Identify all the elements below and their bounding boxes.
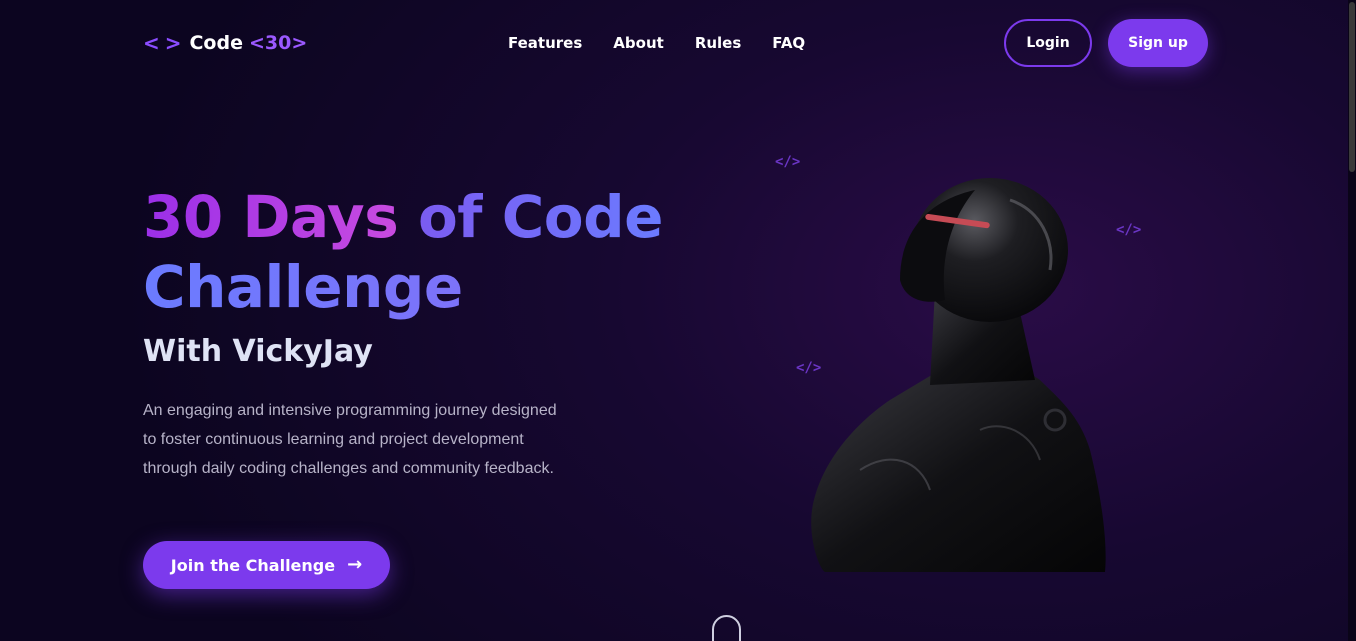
code-tag-icon: </> (775, 154, 801, 170)
hero-subtitle: With VickyJay (143, 334, 373, 369)
scroll-down-indicator[interactable] (712, 615, 741, 641)
logo-accent: <30> (248, 32, 308, 54)
signup-button[interactable]: Sign up (1108, 19, 1208, 67)
hero-title-line1: 30 Days of Code (143, 182, 703, 252)
hero-title: 30 Days of Code Challenge (143, 182, 703, 322)
nav-link-about[interactable]: About (613, 34, 664, 52)
nav-links: Features About Rules FAQ (508, 34, 805, 52)
code-brackets-icon: < > (143, 31, 181, 55)
arrow-right-icon: → (347, 554, 363, 575)
hero-title-part2: of Code (417, 183, 664, 251)
nav-link-faq[interactable]: FAQ (772, 34, 805, 52)
join-challenge-button[interactable]: Join the Challenge → (143, 541, 390, 589)
hero-title-part1: 30 Days (143, 183, 399, 251)
logo[interactable]: < > Code <30> (143, 31, 307, 55)
scrollbar[interactable] (1348, 0, 1356, 641)
logo-text: Code (189, 32, 243, 54)
login-button[interactable]: Login (1004, 19, 1092, 67)
nav-link-rules[interactable]: Rules (695, 34, 741, 52)
hero-description: An engaging and intensive programming jo… (143, 402, 557, 477)
join-challenge-label: Join the Challenge (170, 555, 336, 575)
logo-text-wrap: Code <30> (189, 32, 307, 54)
nav-link-features[interactable]: Features (508, 34, 582, 52)
scrollbar-thumb[interactable] (1349, 2, 1355, 172)
hero-title-part3: Challenge (143, 252, 703, 322)
robot-illustration (811, 178, 1106, 572)
top-navbar: < > Code <30> Features About Rules FAQ Lo… (0, 0, 1348, 86)
